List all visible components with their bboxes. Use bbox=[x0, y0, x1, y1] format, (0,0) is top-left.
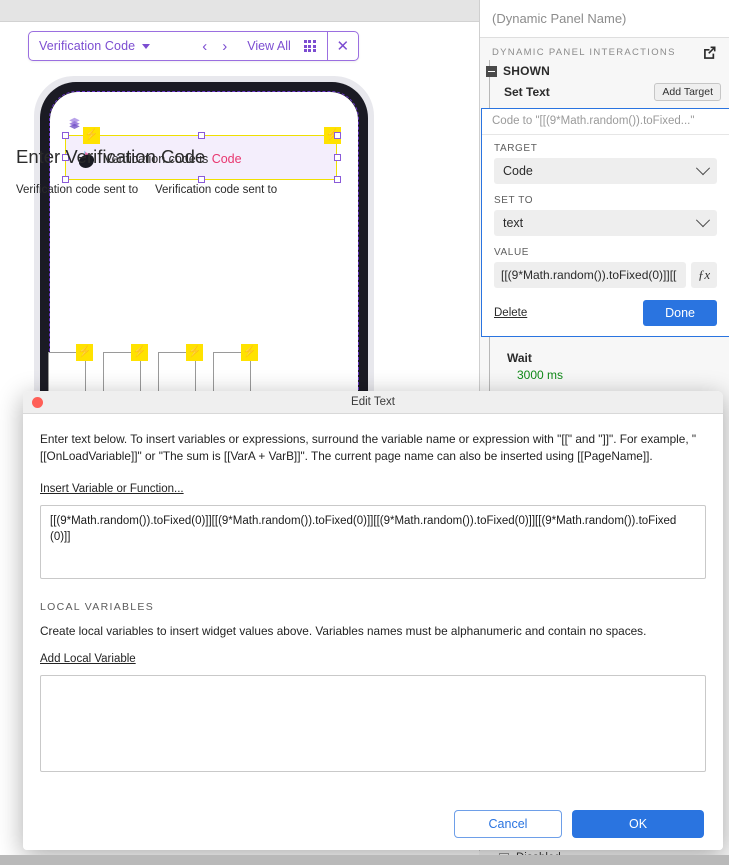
modal-body: Enter text below. To insert variables or… bbox=[23, 414, 723, 772]
set-text-editor: Code to "[[(9*Math.random()).toFixed..."… bbox=[481, 108, 729, 337]
page-selector[interactable]: Verification Code bbox=[29, 32, 159, 60]
wait-action-value: 3000 ms bbox=[517, 368, 564, 382]
modal-title-bar: Edit Text bbox=[23, 391, 723, 414]
ok-button[interactable]: OK bbox=[572, 809, 704, 838]
event-row-shown[interactable]: SHOWN bbox=[480, 62, 729, 80]
insert-variable-or-function-link[interactable]: Insert Variable or Function... bbox=[40, 483, 184, 495]
resize-handle-ne[interactable] bbox=[334, 132, 341, 139]
code-input-box[interactable]: ⚡ bbox=[103, 344, 148, 392]
add-target-button[interactable]: Add Target bbox=[654, 83, 721, 101]
edit-text-textarea[interactable]: [[(9*Math.random()).toFixed(0)]][[(9*Mat… bbox=[40, 505, 706, 579]
value-input[interactable]: [[(9*Math.random()).toFixed(0)]][[ bbox=[494, 262, 686, 288]
lightning-bolt-icon[interactable]: ⚡ bbox=[131, 344, 148, 361]
section-title: DYNAMIC PANEL INTERACTIONS bbox=[492, 46, 676, 58]
dynamic-panel-name-placeholder: (Dynamic Panel Name) bbox=[492, 11, 627, 26]
layers-icon bbox=[69, 117, 80, 129]
view-all-button[interactable]: View All bbox=[247, 39, 291, 53]
editor-footer: Delete Done bbox=[494, 300, 717, 326]
set-to-select-value: text bbox=[503, 216, 524, 230]
chevron-right-icon[interactable]: › bbox=[219, 39, 230, 54]
screen-subtitle-left: Verification code sent to bbox=[16, 184, 139, 196]
resize-handle-s[interactable] bbox=[198, 176, 205, 183]
target-select[interactable]: Code bbox=[494, 158, 717, 184]
action-row-wait[interactable]: Wait 3000 ms bbox=[481, 345, 729, 386]
action-row-set-text[interactable]: Set Text Add Target bbox=[480, 80, 729, 105]
resize-handle-se[interactable] bbox=[334, 176, 341, 183]
caret-down-icon bbox=[142, 43, 151, 49]
top-strip bbox=[0, 0, 479, 22]
code-input-group: ⚡ ⚡ ⚡ ⚡ bbox=[48, 344, 258, 392]
screen-heading: Enter Verification Code bbox=[16, 146, 206, 167]
value-row: [[(9*Math.random()).toFixed(0)]][[ ƒx bbox=[494, 262, 717, 288]
action-summary: Code to "[[(9*Math.random()).toFixed..." bbox=[482, 109, 729, 135]
modal-title: Edit Text bbox=[351, 396, 395, 408]
resize-handle-sw[interactable] bbox=[62, 176, 69, 183]
action-name: Set Text bbox=[504, 85, 550, 99]
value-label: VALUE bbox=[494, 247, 530, 258]
lightning-bolt-icon[interactable]: ⚡ bbox=[241, 344, 258, 361]
done-button[interactable]: Done bbox=[643, 300, 717, 326]
resize-handle-nw[interactable] bbox=[62, 132, 69, 139]
close-window-icon[interactable] bbox=[32, 397, 43, 408]
target-select-value: Code bbox=[503, 164, 533, 178]
chevron-left-icon[interactable]: ‹ bbox=[199, 39, 210, 54]
page-toolbar: Verification Code ‹ › View All ✕ bbox=[28, 31, 359, 61]
modal-footer: Cancel OK bbox=[23, 797, 723, 850]
modal-instructions: Enter text below. To insert variables or… bbox=[40, 432, 697, 463]
collapse-minus-icon[interactable] bbox=[486, 65, 497, 77]
code-input-box[interactable]: ⚡ bbox=[213, 344, 258, 392]
page-title: Verification Code bbox=[39, 39, 136, 53]
edit-text-modal: Edit Text Enter text below. To insert va… bbox=[23, 391, 723, 850]
add-local-variable-link[interactable]: Add Local Variable bbox=[40, 653, 136, 665]
resize-handle-e[interactable] bbox=[334, 154, 341, 161]
event-name: SHOWN bbox=[503, 64, 550, 78]
fx-button[interactable]: ƒx bbox=[691, 262, 717, 288]
external-link-icon[interactable] bbox=[702, 45, 717, 60]
local-variables-heading: LOCAL VARIABLES bbox=[40, 601, 155, 613]
chevron-down-icon bbox=[695, 161, 711, 176]
lightning-bolt-icon[interactable]: ⚡ bbox=[83, 127, 100, 144]
delete-link[interactable]: Delete bbox=[494, 307, 527, 319]
code-input-box[interactable]: ⚡ bbox=[48, 344, 93, 392]
local-variables-description: Create local variables to insert widget … bbox=[40, 624, 647, 638]
wait-action-name: Wait bbox=[507, 351, 532, 365]
page-nav: ‹ › View All bbox=[159, 32, 327, 60]
set-to-select[interactable]: text bbox=[494, 210, 717, 236]
lightning-bolt-icon[interactable]: ⚡ bbox=[186, 344, 203, 361]
chevron-down-icon bbox=[695, 213, 711, 228]
code-input-box[interactable]: ⚡ bbox=[158, 344, 203, 392]
widget-variable-text: Code bbox=[211, 152, 242, 166]
grid-icon[interactable] bbox=[303, 40, 316, 52]
set-to-label: SET TO bbox=[494, 195, 534, 206]
target-label: TARGET bbox=[494, 143, 538, 154]
cancel-button[interactable]: Cancel bbox=[454, 809, 562, 838]
resize-handle-n[interactable] bbox=[198, 132, 205, 139]
close-icon[interactable]: ✕ bbox=[326, 32, 358, 60]
lightning-bolt-icon[interactable]: ⚡ bbox=[76, 344, 93, 361]
dynamic-panel-name-field[interactable]: (Dynamic Panel Name) bbox=[480, 0, 729, 38]
editor-body: TARGET Code SET TO text VALUE [[(9*Math.… bbox=[482, 135, 729, 336]
local-variables-list[interactable] bbox=[40, 675, 706, 772]
window-bottom-edge bbox=[0, 855, 729, 865]
section-header: DYNAMIC PANEL INTERACTIONS bbox=[480, 38, 729, 62]
screen-subtitle-right: Verification code sent to bbox=[155, 184, 278, 196]
